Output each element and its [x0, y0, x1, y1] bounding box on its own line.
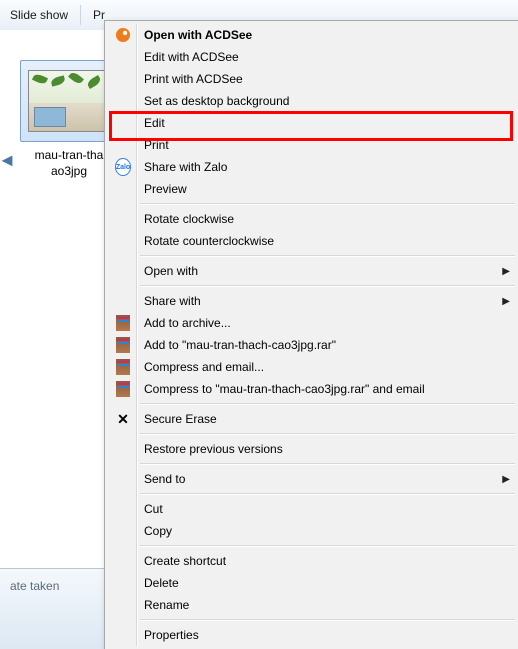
menu-label: Properties [144, 628, 498, 642]
acdsee-icon [115, 27, 131, 43]
menu-label: Edit with ACDSee [144, 50, 498, 64]
menu-delete[interactable]: Delete [108, 572, 516, 594]
winrar-icon [115, 359, 131, 375]
menu-open-with-acdsee[interactable]: Open with ACDSee [108, 24, 516, 46]
slideshow-button[interactable]: Slide show [0, 0, 78, 30]
menu-separator [140, 463, 515, 465]
menu-label: Add to archive... [144, 316, 498, 330]
menu-cut[interactable]: Cut [108, 498, 516, 520]
menu-label: Edit [144, 116, 498, 130]
x-icon: ✕ [115, 411, 131, 427]
menu-edit-with-acdsee[interactable]: Edit with ACDSee [108, 46, 516, 68]
menu-print-with-acdsee[interactable]: Print with ACDSee [108, 68, 516, 90]
menu-separator [140, 433, 515, 435]
menu-label: Rename [144, 598, 498, 612]
prev-arrow-icon[interactable]: ◄ [0, 145, 14, 175]
menu-separator [140, 255, 515, 257]
menu-print[interactable]: Print [108, 134, 516, 156]
menu-label: Restore previous versions [144, 442, 498, 456]
zalo-icon: Zalo [115, 159, 131, 175]
menu-separator [140, 285, 515, 287]
menu-restore-previous-versions[interactable]: Restore previous versions [108, 438, 516, 460]
menu-label: Rotate counterclockwise [144, 234, 498, 248]
menu-label: Compress and email... [144, 360, 498, 374]
menu-label: Delete [144, 576, 498, 590]
menu-separator [140, 545, 515, 547]
menu-set-desktop-background[interactable]: Set as desktop background [108, 90, 516, 112]
menu-preview[interactable]: Preview [108, 178, 516, 200]
menu-send-to[interactable]: Send to ▶ [108, 468, 516, 490]
menu-add-to-rar[interactable]: Add to "mau-tran-thach-cao3jpg.rar" [108, 334, 516, 356]
viewport: Slide show Pr ◄ mau-tran-tha ao3jpg [0, 0, 518, 649]
menu-label: Create shortcut [144, 554, 498, 568]
menu-separator [140, 403, 515, 405]
menu-label: Secure Erase [144, 412, 498, 426]
menu-label: Preview [144, 182, 498, 196]
menu-rotate-counterclockwise[interactable]: Rotate counterclockwise [108, 230, 516, 252]
menu-label: Print [144, 138, 498, 152]
winrar-icon [115, 315, 131, 331]
submenu-arrow-icon: ▶ [502, 260, 510, 282]
menu-label: Open with ACDSee [144, 28, 498, 42]
menu-rotate-clockwise[interactable]: Rotate clockwise [108, 208, 516, 230]
submenu-arrow-icon: ▶ [502, 290, 510, 312]
winrar-icon [115, 337, 131, 353]
menu-edit[interactable]: Edit [108, 112, 516, 134]
menu-create-shortcut[interactable]: Create shortcut [108, 550, 516, 572]
menu-separator [140, 203, 515, 205]
menu-secure-erase[interactable]: ✕ Secure Erase [108, 408, 516, 430]
toolbar-separator [80, 5, 81, 25]
submenu-arrow-icon: ▶ [502, 468, 510, 490]
filename-line2: ao3jpg [51, 164, 87, 178]
menu-properties[interactable]: Properties [108, 624, 516, 646]
menu-label: Copy [144, 524, 498, 538]
menu-label: Add to "mau-tran-thach-cao3jpg.rar" [144, 338, 498, 352]
menu-label: Open with [144, 264, 498, 278]
filename-line1: mau-tran-tha [35, 148, 104, 162]
menu-copy[interactable]: Copy [108, 520, 516, 542]
menu-rename[interactable]: Rename [108, 594, 516, 616]
menu-label: Cut [144, 502, 498, 516]
menu-compress-and-email[interactable]: Compress and email... [108, 356, 516, 378]
menu-label: Print with ACDSee [144, 72, 498, 86]
menu-share-with[interactable]: Share with ▶ [108, 290, 516, 312]
menu-compress-to-and-email[interactable]: Compress to "mau-tran-thach-cao3jpg.rar"… [108, 378, 516, 400]
menu-separator [140, 619, 515, 621]
menu-label: Share with Zalo [144, 160, 498, 174]
menu-label: Send to [144, 472, 498, 486]
menu-separator [140, 493, 515, 495]
menu-label: Set as desktop background [144, 94, 498, 108]
menu-add-to-archive[interactable]: Add to archive... [108, 312, 516, 334]
slideshow-label: Slide show [10, 8, 68, 22]
context-menu: Open with ACDSee Edit with ACDSee Print … [104, 20, 518, 649]
menu-label: Rotate clockwise [144, 212, 498, 226]
thumbnail-image [28, 70, 112, 132]
winrar-icon [115, 381, 131, 397]
date-taken-label: ate taken [10, 579, 59, 593]
menu-label: Compress to "mau-tran-thach-cao3jpg.rar"… [144, 382, 498, 396]
menu-open-with[interactable]: Open with ▶ [108, 260, 516, 282]
menu-share-with-zalo[interactable]: Zalo Share with Zalo [108, 156, 516, 178]
menu-label: Share with [144, 294, 498, 308]
